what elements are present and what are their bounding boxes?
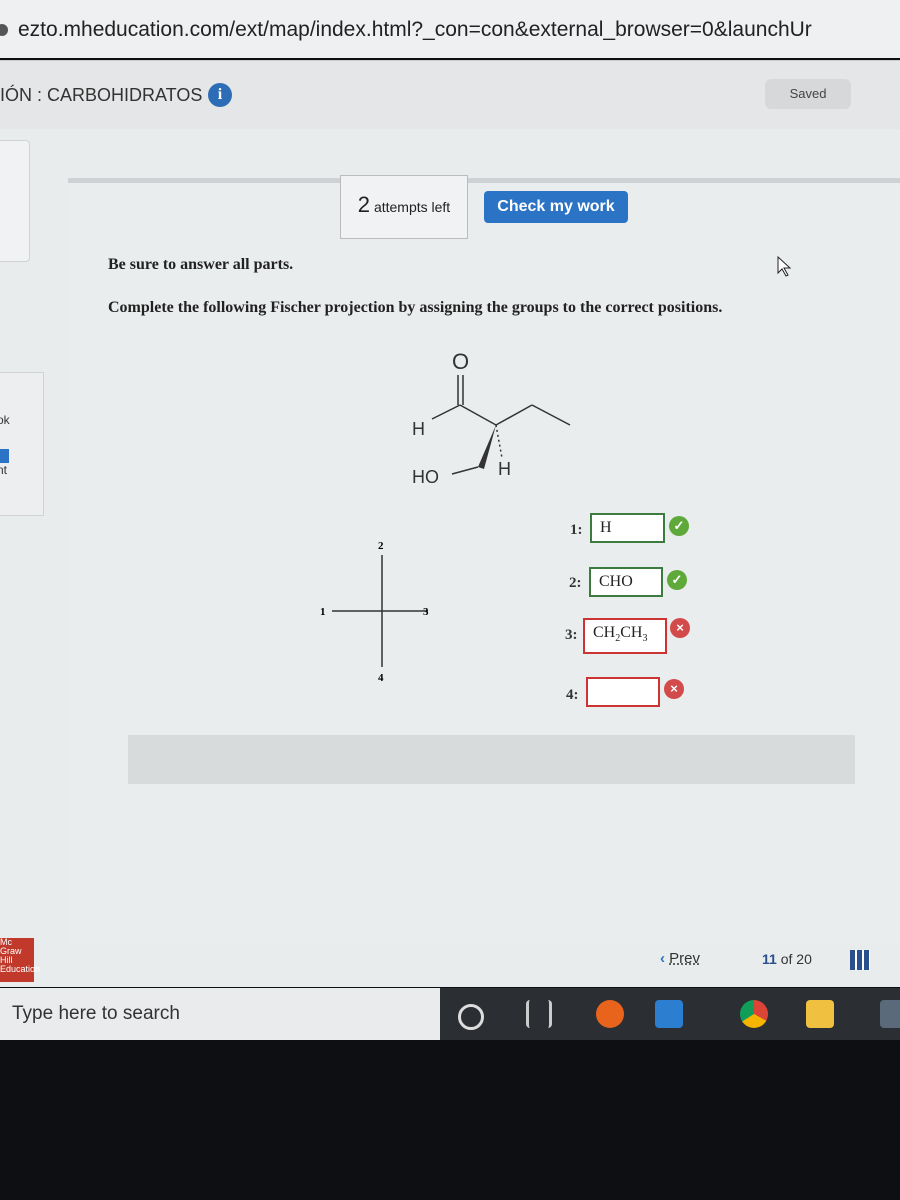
page-indicator: 11 of 20	[762, 951, 812, 967]
fischer-projection: 2 1 3 4	[320, 540, 429, 684]
address-bar[interactable]: ezto.mheducation.com/ext/map/index.html?…	[0, 0, 900, 58]
page-of: of	[780, 951, 793, 967]
feedback-bar	[128, 735, 855, 784]
question-card	[68, 178, 900, 943]
atom-label: H	[498, 459, 511, 479]
side-panel-tab[interactable]	[0, 140, 30, 262]
position-label: 2	[378, 540, 384, 552]
answer-label: 1:	[570, 522, 583, 538]
answer-3-field[interactable]: CH2CH3	[583, 618, 667, 654]
info-icon[interactable]: i	[208, 83, 232, 107]
attempts-count: 2	[357, 192, 371, 217]
grid-icon[interactable]	[850, 950, 870, 970]
molecule-structure: O H HO H	[412, 349, 571, 487]
taskbar-search[interactable]: Type here to search	[0, 988, 440, 1040]
answer-label: 4:	[566, 687, 579, 703]
side-label: ok	[0, 413, 10, 427]
answer-1-field[interactable]: H	[590, 513, 665, 543]
check-my-work-button[interactable]: Check my work	[484, 191, 628, 223]
answer-2-field[interactable]: CHO	[589, 567, 663, 597]
position-label: 3	[423, 606, 429, 618]
firefox-icon[interactable]	[596, 1000, 624, 1028]
atom-label: HO	[412, 467, 439, 487]
position-label: 4	[378, 672, 384, 684]
incorrect-x-icon: ×	[670, 618, 690, 638]
attempts-label: attempts left	[373, 199, 451, 215]
answer-4-field[interactable]	[586, 677, 660, 707]
prev-button[interactable]: ‹ Prev	[660, 950, 700, 967]
cursor-icon	[777, 255, 792, 277]
correct-check-icon: ✓	[669, 516, 689, 536]
chrome-icon[interactable]	[740, 1000, 768, 1028]
instruction: Be sure to answer all parts.	[108, 256, 294, 273]
answer-label: 2:	[569, 575, 582, 591]
assignment-title: IÓN : CARBOHIDRATOS	[0, 85, 203, 105]
page-total: 20	[796, 951, 812, 967]
position-label: 1	[320, 606, 326, 618]
saved-button[interactable]: Saved	[765, 79, 851, 109]
prev-label: Prev	[669, 950, 701, 967]
mcgraw-hill-logo: Mc Graw Hill Education	[0, 938, 40, 982]
side-panel-tab[interactable]: ok nt	[0, 372, 44, 516]
task-view-icon[interactable]	[526, 1000, 552, 1028]
assignment-header: IÓN : CARBOHIDRATOS i Saved	[0, 60, 900, 129]
atom-label: H	[412, 419, 425, 439]
mail-icon[interactable]	[655, 1000, 683, 1028]
side-label: nt	[0, 463, 8, 477]
page-current: 11	[762, 951, 777, 967]
calculator-icon[interactable]	[880, 1000, 900, 1028]
chevron-left-icon: ‹	[660, 950, 665, 967]
answer-label: 3:	[565, 627, 578, 643]
question-prompt: Complete the following Fischer projectio…	[108, 299, 723, 316]
pencil-icon	[0, 449, 9, 463]
atom-label: O	[452, 349, 469, 374]
file-explorer-icon[interactable]	[806, 1000, 834, 1028]
incorrect-x-icon: ×	[664, 679, 684, 699]
cortana-icon[interactable]	[458, 1004, 484, 1030]
url-text: ezto.mheducation.com/ext/map/index.html?…	[18, 18, 812, 41]
correct-check-icon: ✓	[667, 570, 687, 590]
site-icon	[0, 24, 8, 36]
attempts-left: 2 attempts left	[340, 175, 468, 239]
